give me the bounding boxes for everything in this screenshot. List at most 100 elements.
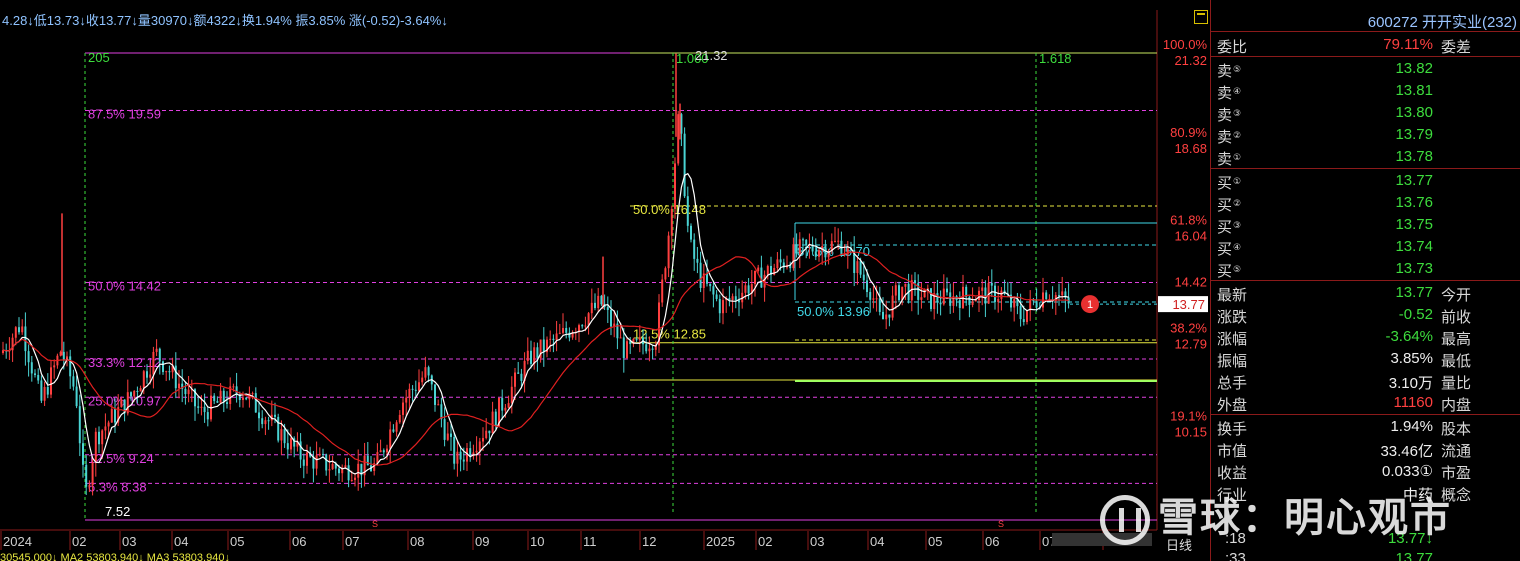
candle-body <box>453 436 456 464</box>
fund-label: 市值 <box>1217 443 1248 460</box>
candle-body <box>939 302 942 305</box>
candle-body <box>277 416 280 441</box>
candle-body <box>734 296 737 301</box>
fund-row: 换手 1.94% 股本 <box>1211 416 1520 438</box>
candle-body <box>920 297 923 300</box>
candle-body <box>267 420 270 422</box>
candle-body <box>859 261 862 275</box>
kline-chart[interactable]: 100.0%21.3280.9%18.6861.8%16.0438.2%12.7… <box>0 0 1210 561</box>
candle-body <box>50 367 52 395</box>
bids-label: 买 <box>1217 241 1233 258</box>
candle-body <box>421 377 424 383</box>
candle-body <box>414 389 417 391</box>
candle-body <box>405 397 408 403</box>
candle-body <box>888 314 891 318</box>
candle-body <box>203 406 206 413</box>
candle-body <box>299 441 302 460</box>
right-pct-label: 38.2% <box>1170 321 1207 336</box>
candle-body <box>152 351 155 375</box>
candle-body <box>715 294 718 299</box>
quote-value: -3.64% <box>1385 328 1433 345</box>
x-axis-label: 10 <box>530 534 544 549</box>
asks-row: 卖 ② 13.79 <box>1211 124 1520 146</box>
expand-panel-button[interactable] <box>1194 10 1208 24</box>
candle-body <box>251 393 254 395</box>
candle-body <box>280 429 283 441</box>
candle-body <box>594 302 596 309</box>
right-pct-label: 19.1% <box>1170 409 1207 424</box>
candle-body <box>882 311 884 320</box>
annotation-marker-label: 1 <box>1087 299 1093 311</box>
candle-body <box>971 301 974 305</box>
candle-body <box>328 469 331 471</box>
candle-body <box>88 485 91 487</box>
candle-body <box>968 296 971 305</box>
candle-body <box>114 408 116 423</box>
candle-body <box>459 451 462 460</box>
candle-body <box>994 285 996 302</box>
candle-body <box>837 240 840 242</box>
candle-body <box>664 268 667 280</box>
quote-value: 3.10万 <box>1388 375 1433 392</box>
candle-body <box>386 448 388 453</box>
candle-body <box>322 453 324 455</box>
fund-label: 收益 <box>1217 465 1248 482</box>
asks-value: 13.78 <box>1395 148 1433 165</box>
stock-title[interactable]: 600272 开开实业(232) <box>1368 11 1517 32</box>
fib-mid-label: 50.0% 13.96 <box>797 304 870 319</box>
candle-body <box>645 344 648 352</box>
fund-row: 市值 33.46亿 流通 <box>1211 438 1520 460</box>
candle-body <box>290 438 292 450</box>
bids-level: ② <box>1233 198 1242 208</box>
fund-value: 0.033① <box>1382 463 1433 480</box>
candle-body <box>69 356 72 377</box>
candle-body <box>344 465 347 468</box>
candle-body <box>626 341 628 359</box>
x-axis-label: 08 <box>410 534 424 549</box>
candle-body <box>254 393 257 413</box>
candle-body <box>958 300 961 308</box>
right-price-label: 18.68 <box>1174 141 1207 156</box>
candle-body <box>693 239 696 259</box>
x-axis-label: 06 <box>985 534 999 549</box>
candle-body <box>581 325 584 327</box>
asks-label: 卖 <box>1217 63 1233 80</box>
candle-body <box>798 239 801 254</box>
watermark: 雪球：明心观市 <box>1100 485 1452 546</box>
candle-body <box>206 412 209 420</box>
candle-body <box>898 285 900 301</box>
candle-body <box>606 307 609 310</box>
candle-body <box>216 401 219 403</box>
tick-price: 13.77 <box>1395 550 1433 561</box>
quote-row: 涨幅 -3.64% 最高 <box>1211 326 1520 348</box>
candle-body <box>869 291 872 300</box>
x-axis-label: 05 <box>230 534 244 549</box>
candle-body <box>178 383 180 389</box>
candle-body <box>411 388 414 390</box>
panel-header: 600272 开开实业(232) <box>1211 9 1520 31</box>
candle-body <box>558 332 561 334</box>
candle-body <box>226 402 228 404</box>
quote-label2: 前收 <box>1441 309 1472 326</box>
candle-body <box>46 386 49 395</box>
candle-body <box>930 288 932 310</box>
quote-label: 涨幅 <box>1217 331 1248 348</box>
tick-row: :33 13.77 <box>1211 548 1520 561</box>
asks-label: 卖 <box>1217 85 1233 102</box>
quote-panel: 600272 开开实业(232) 委比 79.11% 委差 :18 13.77↓:… <box>1210 0 1520 561</box>
asks-label: 卖 <box>1217 129 1233 146</box>
candle-body <box>904 283 907 287</box>
quote-row: 振幅 3.85% 最低 <box>1211 348 1520 370</box>
right-pct-label: 61.8% <box>1170 213 1207 228</box>
candle-body <box>997 298 1000 302</box>
candle-body <box>213 395 216 402</box>
x-axis-label: 2024 <box>3 534 32 549</box>
candle-body <box>85 464 88 487</box>
candle-body <box>501 397 504 411</box>
candle-body <box>382 450 385 453</box>
fib-left-label: 50.0% 14.42 <box>88 279 161 294</box>
fund-row: 收益 0.033① 市盈 <box>1211 460 1520 482</box>
candle-body <box>446 433 449 440</box>
candle-body <box>235 386 238 395</box>
candle-body <box>27 351 30 363</box>
